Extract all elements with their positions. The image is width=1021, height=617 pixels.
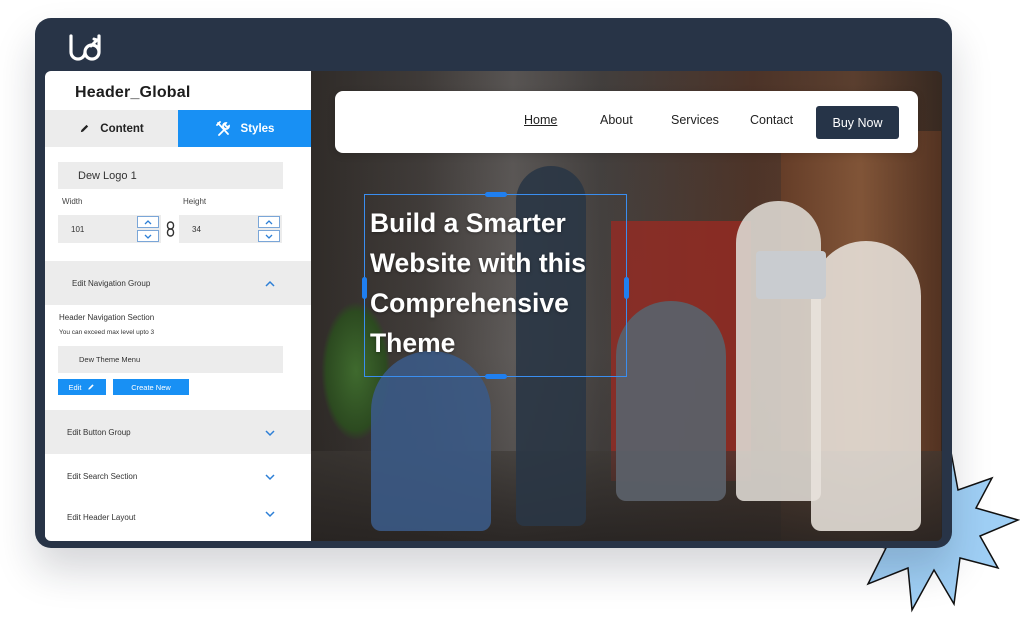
resize-handle-right[interactable] (624, 277, 629, 299)
width-stepper (137, 216, 159, 242)
height-decrement-button[interactable] (258, 230, 280, 242)
website-preview: Home About Services Contact Buy Now Buil… (311, 71, 942, 541)
tab-styles[interactable]: Styles (178, 110, 311, 147)
person-shape (371, 351, 491, 531)
chevron-down-icon (265, 474, 275, 481)
chevron-down-icon (144, 234, 152, 239)
pencil-icon (88, 384, 95, 390)
nav-section-hint: You can exceed max level upto 3 (59, 329, 155, 336)
person-shape (811, 241, 921, 531)
edit-menu-button[interactable]: Edit (58, 379, 106, 395)
tab-content-label: Content (100, 122, 144, 135)
buy-now-button[interactable]: Buy Now (816, 106, 899, 139)
search-section-header[interactable]: Edit Search Section (45, 456, 311, 496)
width-label: Width (62, 197, 83, 206)
link-ratio-icon[interactable] (166, 221, 175, 237)
app-window: Header_Global Content Styles Dew Logo 1 … (35, 18, 952, 548)
header-layout-header[interactable]: Edit Header Layout (45, 497, 311, 537)
chevron-up-icon (144, 219, 152, 224)
panel-title: Header_Global (75, 84, 191, 101)
chevron-up-icon (265, 280, 275, 287)
resize-handle-left[interactable] (362, 277, 367, 299)
logo-select[interactable]: Dew Logo 1 (58, 162, 283, 189)
width-increment-button[interactable] (137, 216, 159, 228)
height-increment-button[interactable] (258, 216, 280, 228)
button-group-label: Edit Button Group (67, 427, 131, 437)
resize-handle-top[interactable] (485, 192, 507, 197)
pencil-icon (81, 124, 89, 133)
height-stepper (258, 216, 280, 242)
tab-content[interactable]: Content (45, 110, 178, 147)
editor-sidebar: Header_Global Content Styles Dew Logo 1 … (45, 71, 311, 541)
headline-selection-box[interactable]: Build a Smarter Website with this Compre… (362, 192, 629, 379)
chevron-up-icon (265, 219, 273, 224)
nav-link-contact[interactable]: Contact (750, 113, 793, 127)
laptop-shape (756, 251, 826, 299)
nav-group-label: Edit Navigation Group (72, 278, 151, 288)
site-header-bar: Home About Services Contact Buy Now (335, 91, 918, 153)
person-shape (616, 301, 726, 501)
width-decrement-button[interactable] (137, 230, 159, 242)
chevron-down-icon (265, 511, 275, 518)
create-new-menu-button[interactable]: Create New (113, 379, 189, 395)
button-group-header[interactable]: Edit Button Group (45, 410, 311, 454)
menu-select[interactable]: Dew Theme Menu (58, 346, 283, 373)
nav-group-header[interactable]: Edit Navigation Group (45, 261, 311, 305)
nav-section-label: Header Navigation Section (59, 313, 155, 322)
height-label: Height (183, 197, 207, 206)
brand-logo-icon (69, 34, 101, 61)
resize-handle-bottom[interactable] (485, 374, 507, 379)
search-section-label: Edit Search Section (67, 471, 138, 481)
nav-link-home[interactable]: Home (524, 113, 557, 127)
tab-styles-label: Styles (240, 122, 275, 135)
header-layout-label: Edit Header Layout (67, 512, 136, 522)
hero-headline: Build a Smarter Website with this Compre… (370, 208, 586, 358)
edit-menu-label: Edit (68, 382, 82, 392)
tools-icon (215, 120, 230, 136)
person-shape (736, 201, 821, 501)
nav-link-about[interactable]: About (600, 113, 633, 127)
chevron-down-icon (265, 430, 275, 437)
chevron-down-icon (265, 234, 273, 239)
nav-link-services[interactable]: Services (671, 113, 719, 127)
